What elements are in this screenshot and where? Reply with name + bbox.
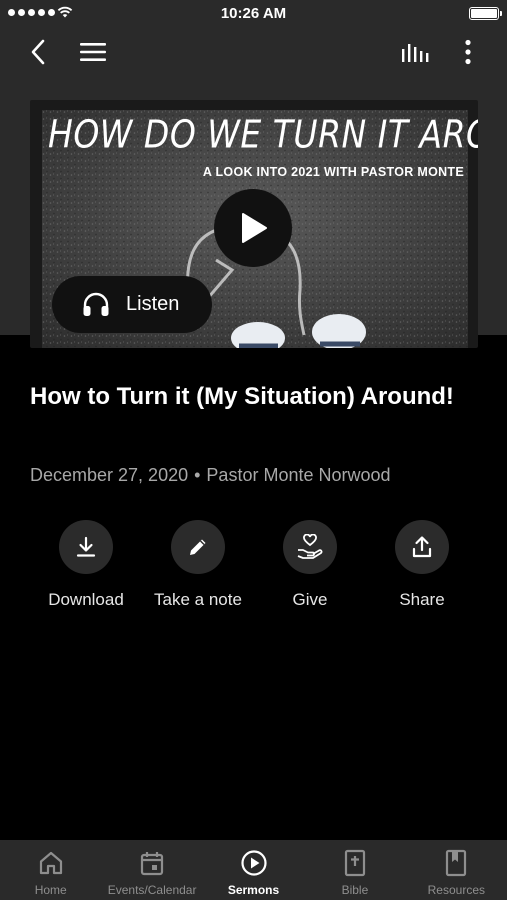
tab-home-label: Home [34, 883, 67, 897]
sermon-title: How to Turn it (My Situation) Around! [30, 383, 454, 410]
download-icon [76, 536, 96, 557]
give-button[interactable]: Give [254, 520, 366, 610]
status-time: 10:26 AM [220, 5, 287, 22]
give-icon [297, 534, 323, 559]
tab-bar: Home Events/Calendar Sermons Bible Resou… [0, 840, 507, 900]
tab-resources-label: Resources [427, 883, 485, 897]
more-options-button[interactable] [448, 32, 488, 72]
give-circle [283, 520, 337, 574]
artwork-title: HOW DO WE TURN IT AROUND? [48, 112, 478, 157]
tab-home[interactable]: Home [0, 840, 101, 900]
chevron-left-icon [31, 39, 45, 65]
tab-sermons-label: Sermons [227, 883, 280, 897]
meta-separator: • [194, 465, 201, 485]
status-bar: 10:26 AM [0, 0, 507, 28]
pencil-icon [190, 539, 206, 555]
play-icon [242, 213, 267, 243]
tab-sermons[interactable]: Sermons [203, 840, 304, 900]
bookmark-book-icon [444, 849, 468, 877]
tab-resources[interactable]: Resources [406, 840, 507, 900]
sermon-date: December 27, 2020 [30, 465, 189, 485]
tab-bible[interactable]: Bible [304, 840, 405, 900]
download-button[interactable]: Download [30, 520, 142, 610]
tab-bible-label: Bible [341, 883, 369, 897]
listen-label: Listen [126, 293, 180, 315]
artwork-subtitle: A LOOK INTO 2021 WITH PASTOR MONTE [202, 165, 464, 179]
share-icon [412, 536, 432, 558]
play-button[interactable] [214, 189, 292, 267]
home-icon [38, 849, 64, 877]
take-note-label: Take a note [154, 590, 242, 609]
sermon-media: HOW DO WE TURN IT AROUND? A LOOK INTO 20… [30, 100, 478, 348]
share-label: Share [399, 590, 445, 609]
share-button[interactable]: Share [366, 520, 478, 610]
download-circle [59, 520, 113, 574]
take-note-button[interactable]: Take a note [142, 520, 254, 610]
battery-icon [469, 7, 502, 20]
audio-levels-icon [402, 44, 429, 62]
download-label: Download [48, 590, 124, 609]
more-vertical-icon [465, 39, 471, 65]
navigation-bar [0, 32, 507, 74]
take-note-circle [171, 520, 225, 574]
calendar-icon [139, 849, 165, 877]
hamburger-icon [80, 43, 106, 61]
listen-button[interactable]: Listen [52, 276, 212, 333]
give-label: Give [292, 590, 328, 609]
tab-events-calendar[interactable]: Events/Calendar [101, 840, 202, 900]
share-circle [395, 520, 449, 574]
menu-button[interactable] [73, 32, 113, 72]
play-circle-icon [240, 849, 268, 877]
headphones-icon [83, 292, 109, 316]
tab-events-calendar-label: Events/Calendar [107, 883, 197, 897]
bible-icon [343, 849, 367, 877]
back-button[interactable] [18, 32, 58, 72]
sermon-actions: Download Take a note Give Share [30, 520, 478, 620]
sermon-meta: December 27, 2020 • Pastor Monte Norwood [30, 465, 391, 486]
audio-player-button[interactable] [395, 32, 435, 72]
sermon-speaker: Pastor Monte Norwood [206, 465, 391, 485]
